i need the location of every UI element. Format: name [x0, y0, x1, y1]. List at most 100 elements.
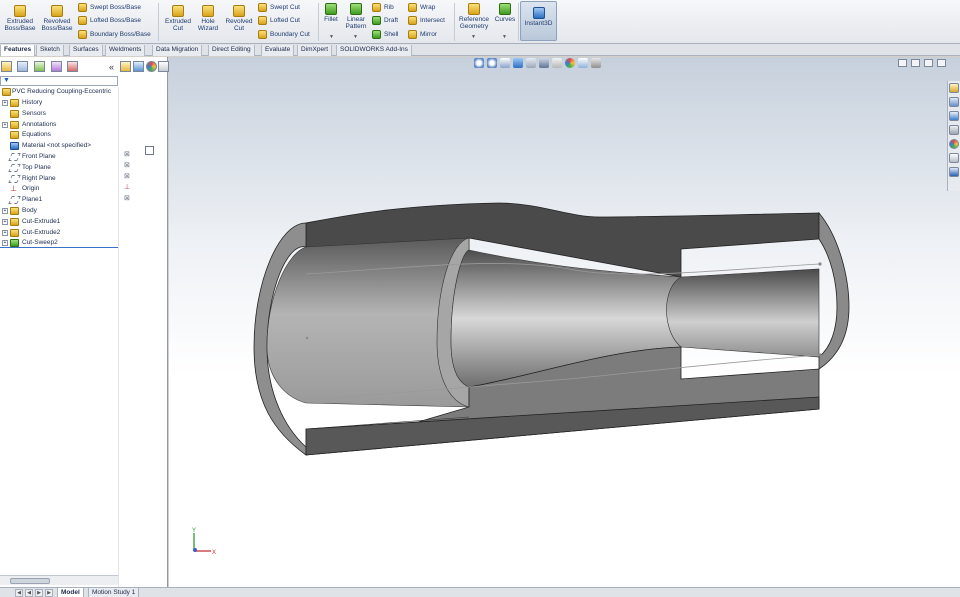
- boundary-cut-button[interactable]: Boundary Cut: [258, 30, 310, 39]
- revolved-boss-icon: [51, 5, 63, 17]
- shell-button[interactable]: Shell: [372, 30, 398, 39]
- tree-item-origin[interactable]: ⊥ Origin: [0, 184, 118, 194]
- intersect-button[interactable]: Intersect: [408, 16, 445, 25]
- expand-toggle-icon[interactable]: +: [2, 121, 8, 128]
- reference-geometry-dropdown-caret[interactable]: ▼: [471, 34, 476, 40]
- last-tab-arrow[interactable]: ▶: [45, 589, 53, 597]
- top-plane-hide-icon[interactable]: ⊠: [124, 162, 132, 170]
- reference-geometry-button[interactable]: Reference Geometry: [457, 3, 491, 30]
- right-plane-hide-icon[interactable]: ⊠: [124, 173, 132, 181]
- feature-manager-tab-icon[interactable]: [1, 61, 12, 72]
- draft-icon: [372, 16, 381, 25]
- collapse-panel-button[interactable]: «: [109, 62, 114, 72]
- expand-toggle-icon[interactable]: +: [2, 229, 8, 236]
- tree-filter-input[interactable]: ▼: [0, 76, 118, 86]
- swept-boss-button[interactable]: Swept Boss/Base: [78, 3, 141, 12]
- prev-tab-arrow[interactable]: ◀: [25, 589, 33, 597]
- tree-item-cut-extrude1[interactable]: + Cut-Extrude1: [0, 217, 118, 227]
- boundary-boss-button[interactable]: Boundary Boss/Base: [78, 30, 151, 39]
- fillet-button[interactable]: Fillet: [321, 3, 341, 23]
- tab-evaluate[interactable]: Evaluate: [261, 45, 295, 56]
- tab-solidworks-add-ins[interactable]: SOLIDWORKS Add-Ins: [336, 45, 412, 56]
- revolved-cut-button[interactable]: Revolved Cut: [224, 5, 254, 32]
- plane1-hide-icon[interactable]: ⊠: [124, 195, 132, 203]
- solidworks-resources-icon[interactable]: [949, 83, 959, 93]
- decal-icon[interactable]: [158, 61, 169, 72]
- pvc-coupling-section[interactable]: [253, 202, 850, 456]
- motion-study-tab[interactable]: Motion Study 1: [88, 588, 140, 597]
- tree-horizontal-scrollbar[interactable]: [0, 575, 118, 585]
- expand-toggle-icon[interactable]: +: [2, 218, 8, 225]
- extruded-cut-button[interactable]: Extruded Cut: [161, 5, 195, 32]
- wrap-button[interactable]: Wrap: [408, 3, 435, 12]
- extruded-cut-icon: [172, 5, 184, 17]
- tree-item-material-not-specified[interactable]: Material <not specified>: [0, 141, 118, 151]
- instant3d-button[interactable]: Instant3D: [520, 1, 557, 41]
- origin-hide-icon[interactable]: ⊥: [124, 184, 132, 192]
- display-manager-tab-icon[interactable]: [67, 61, 78, 72]
- hole-wizard-button[interactable]: Hole Wizard: [194, 5, 222, 32]
- first-tab-arrow[interactable]: ◀: [15, 589, 23, 597]
- swept-boss-icon: [78, 3, 87, 12]
- view-palette-icon[interactable]: [949, 125, 959, 135]
- lofted-cut-icon: [258, 16, 267, 25]
- tree-item-sensors[interactable]: Sensors: [0, 109, 118, 119]
- tree-item-top-plane[interactable]: Top Plane: [0, 163, 118, 173]
- tree-item-front-plane[interactable]: Front Plane: [0, 152, 118, 162]
- appearance-icon[interactable]: [120, 61, 131, 72]
- rib-button[interactable]: Rib: [372, 3, 394, 12]
- expand-toggle-icon[interactable]: +: [2, 208, 8, 214]
- tree-item-annotations[interactable]: + Annotations: [0, 120, 118, 130]
- history-icon: [10, 99, 19, 107]
- scrollbar-thumb[interactable]: [10, 578, 50, 584]
- curves-dropdown-caret[interactable]: ▼: [502, 34, 507, 40]
- tree-item-plane1[interactable]: Plane1: [0, 195, 118, 205]
- tree-item-body[interactable]: + Body: [0, 206, 118, 216]
- solidworks-window: Extruded Boss/Base Revolved Boss/Base Swep…: [0, 0, 960, 597]
- color-wheel-icon[interactable]: [146, 61, 157, 72]
- draft-button[interactable]: Draft: [372, 16, 398, 25]
- file-explorer-icon[interactable]: [949, 111, 959, 121]
- tab-direct-editing[interactable]: Direct Editing: [208, 45, 255, 56]
- property-manager-tab-icon[interactable]: [17, 61, 28, 72]
- linear-pattern-button[interactable]: Linear Pattern: [343, 3, 369, 30]
- lofted-boss-button[interactable]: Lofted Boss/Base: [78, 16, 141, 25]
- tab-sketch[interactable]: Sketch: [36, 45, 64, 56]
- custom-properties-icon[interactable]: [949, 153, 959, 163]
- configuration-manager-tab-icon[interactable]: [34, 61, 45, 72]
- tab-features[interactable]: Features: [0, 45, 36, 56]
- mirror-button[interactable]: Mirror: [408, 30, 437, 39]
- front-plane-hide-icon[interactable]: ⊠: [124, 151, 132, 159]
- tab-dimxpert[interactable]: DimXpert: [297, 45, 333, 56]
- dimxpert-manager-tab-icon[interactable]: [51, 61, 62, 72]
- tab-weldments[interactable]: Weldments: [105, 45, 146, 56]
- swept-cut-button[interactable]: Swept Cut: [258, 3, 300, 12]
- tree-item-equations[interactable]: Equations: [0, 130, 118, 140]
- revolved-boss-button[interactable]: Revolved Boss/Base: [40, 5, 74, 32]
- lofted-cut-button[interactable]: Lofted Cut: [258, 16, 300, 25]
- solidworks-forum-icon[interactable]: [949, 167, 959, 177]
- tree-item-cut-extrude2[interactable]: + Cut-Extrude2: [0, 228, 118, 238]
- design-library-icon[interactable]: [949, 97, 959, 107]
- tab-surfaces[interactable]: Surfaces: [69, 45, 103, 56]
- tree-item-right-plane[interactable]: Right Plane: [0, 174, 118, 184]
- tree-root-part[interactable]: PVC Reducing Coupling-Eccentric: [0, 87, 118, 97]
- tree-item-cut-sweep2[interactable]: + Cut-Sweep2: [0, 238, 118, 249]
- task-pane-tabs: [947, 81, 960, 191]
- scene-icon[interactable]: [133, 61, 144, 72]
- tree-item-history[interactable]: + History: [0, 98, 118, 108]
- tab-data-migration[interactable]: Data Migration: [152, 45, 203, 56]
- appearances-scenes-icon[interactable]: [949, 139, 959, 149]
- curves-button[interactable]: Curves: [494, 3, 516, 23]
- tree-option-checkbox[interactable]: [145, 146, 154, 155]
- fillet-dropdown-caret[interactable]: ▼: [329, 34, 334, 40]
- model-tab[interactable]: Model: [57, 588, 84, 597]
- part-model-view[interactable]: [169, 57, 960, 587]
- graphics-viewport[interactable]: Y X: [169, 57, 960, 587]
- expand-toggle-icon[interactable]: +: [2, 100, 8, 106]
- expand-toggle-icon[interactable]: +: [2, 240, 8, 247]
- origin-icon: ⊥: [10, 184, 17, 194]
- linear-pattern-dropdown-caret[interactable]: ▼: [353, 34, 358, 40]
- next-tab-arrow[interactable]: ▶: [35, 589, 43, 597]
- extruded-boss-button[interactable]: Extruded Boss/Base: [3, 5, 37, 32]
